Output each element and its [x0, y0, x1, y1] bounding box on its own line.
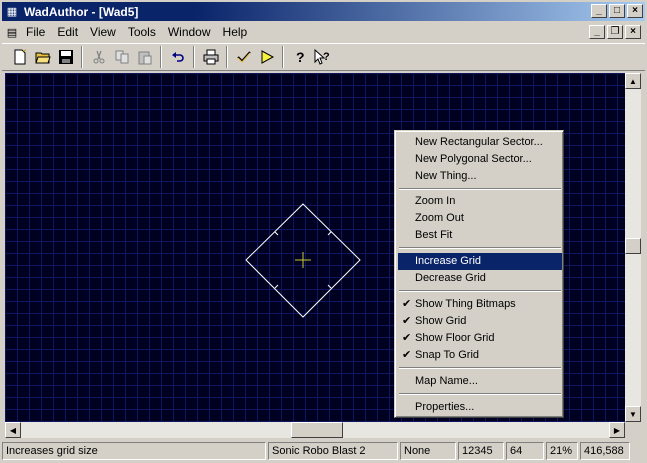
- ctx-snap-to-grid[interactable]: ✔ Snap To Grid: [398, 347, 562, 364]
- check-icon[interactable]: [232, 46, 255, 68]
- ctx-label: New Rectangular Sector...: [415, 136, 543, 148]
- menu-help[interactable]: Help: [217, 25, 254, 39]
- toolbar-separator: [226, 46, 228, 68]
- ctx-label: Map Name...: [415, 375, 478, 387]
- run-icon[interactable]: [255, 46, 278, 68]
- ctx-show-floor-grid[interactable]: ✔ Show Floor Grid: [398, 330, 562, 347]
- ctx-label: Show Thing Bitmaps: [415, 298, 516, 310]
- ctx-best-fit[interactable]: Best Fit: [398, 227, 562, 244]
- ctx-label: Zoom Out: [415, 212, 464, 224]
- print-icon[interactable]: [199, 46, 222, 68]
- scroll-down-button[interactable]: ▼: [625, 406, 641, 422]
- new-file-icon[interactable]: [8, 46, 31, 68]
- undo-icon[interactable]: [166, 46, 189, 68]
- copy-icon[interactable]: [110, 46, 133, 68]
- ctx-label: New Thing...: [415, 170, 477, 182]
- status-bar: Increases grid size Sonic Robo Blast 2 N…: [2, 441, 645, 461]
- scroll-up-button[interactable]: ▲: [625, 73, 641, 89]
- mdi-close-button[interactable]: ×: [625, 25, 641, 39]
- ctx-show-grid[interactable]: ✔ Show Grid: [398, 313, 562, 330]
- title-bar[interactable]: ▦ WadAuthor - [Wad5] _ □ ×: [2, 2, 645, 21]
- svg-text:?: ?: [296, 49, 305, 65]
- horizontal-scrollbar[interactable]: ◀ ▶: [5, 422, 625, 438]
- menu-tools[interactable]: Tools: [122, 25, 162, 39]
- ctx-label: Best Fit: [415, 229, 453, 241]
- scroll-right-button[interactable]: ▶: [609, 422, 625, 438]
- ctx-properties[interactable]: Properties...: [398, 399, 562, 416]
- ctx-separator: [399, 393, 561, 395]
- svg-text:?: ?: [323, 51, 330, 63]
- toolbar-separator: [160, 46, 162, 68]
- caption-buttons: _ □ ×: [591, 4, 643, 18]
- ctx-separator: [399, 188, 561, 190]
- context-menu: New Rectangular Sector... New Polygonal …: [394, 130, 564, 418]
- save-icon[interactable]: [54, 46, 77, 68]
- toolbar-separator: [81, 46, 83, 68]
- status-coords: 416,588: [580, 442, 630, 460]
- status-mode: None: [400, 442, 456, 460]
- context-help-icon[interactable]: ?: [311, 46, 334, 68]
- open-folder-icon[interactable]: [31, 46, 54, 68]
- cut-icon[interactable]: [87, 46, 110, 68]
- scrollbar-corner: [625, 422, 641, 438]
- mdi-restore-button[interactable]: ❐: [607, 25, 623, 39]
- toolbar: ? ?: [2, 43, 645, 71]
- ctx-separator: [399, 247, 561, 249]
- horizontal-scroll-thumb[interactable]: [291, 422, 343, 438]
- ctx-zoom-out[interactable]: Zoom Out: [398, 210, 562, 227]
- vertex-tick: [274, 284, 279, 289]
- maximize-button[interactable]: □: [609, 4, 625, 18]
- ctx-new-poly-sector[interactable]: New Polygonal Sector...: [398, 151, 562, 168]
- status-value2: 64: [506, 442, 544, 460]
- menu-bar: ▤ File Edit View Tools Window Help _ ❐ ×: [2, 22, 645, 42]
- menu-edit[interactable]: Edit: [51, 25, 84, 39]
- check-icon: ✔: [402, 315, 412, 327]
- status-zoom: 21%: [546, 442, 578, 460]
- paste-icon[interactable]: [133, 46, 156, 68]
- app-icon[interactable]: ▦: [4, 4, 20, 20]
- close-button[interactable]: ×: [627, 4, 643, 18]
- window-title: WadAuthor - [Wad5]: [24, 4, 139, 19]
- check-icon: ✔: [402, 298, 412, 310]
- vertical-scrollbar[interactable]: ▲ ▼: [625, 73, 641, 422]
- check-icon: ✔: [402, 332, 412, 344]
- mdi-minimize-button[interactable]: _: [589, 25, 605, 39]
- ctx-label: Increase Grid: [415, 255, 482, 267]
- ctx-label: Show Grid: [415, 315, 467, 327]
- vertex-tick: [327, 231, 332, 236]
- ctx-new-thing[interactable]: New Thing...: [398, 168, 562, 185]
- menu-view[interactable]: View: [84, 25, 122, 39]
- vertical-scroll-thumb[interactable]: [625, 238, 641, 254]
- menu-file[interactable]: File: [20, 25, 51, 39]
- ctx-show-thing-bitmaps[interactable]: ✔ Show Thing Bitmaps: [398, 296, 562, 313]
- toolbar-separator: [282, 46, 284, 68]
- scroll-left-button[interactable]: ◀: [5, 422, 21, 438]
- ctx-label: New Polygonal Sector...: [415, 153, 532, 165]
- ctx-label: Snap To Grid: [415, 349, 480, 361]
- vertex-tick: [327, 284, 332, 289]
- ctx-separator: [399, 367, 561, 369]
- ctx-label: Show Floor Grid: [415, 332, 495, 344]
- app-window: ▦ WadAuthor - [Wad5] _ □ × ▤ File Edit V…: [0, 0, 647, 463]
- ctx-label: Properties...: [415, 401, 475, 413]
- menu-window[interactable]: Window: [162, 25, 217, 39]
- status-game: Sonic Robo Blast 2: [268, 442, 398, 460]
- status-value1: 12345: [458, 442, 504, 460]
- ctx-zoom-in[interactable]: Zoom In: [398, 193, 562, 210]
- minimize-button[interactable]: _: [591, 4, 607, 18]
- ctx-label: Zoom In: [415, 195, 456, 207]
- document-icon[interactable]: ▤: [4, 24, 20, 40]
- status-message: Increases grid size: [2, 442, 266, 460]
- ctx-separator: [399, 290, 561, 292]
- ctx-label: Decrease Grid: [415, 272, 486, 284]
- toolbar-separator: [193, 46, 195, 68]
- ctx-map-name[interactable]: Map Name...: [398, 373, 562, 390]
- ctx-decrease-grid[interactable]: Decrease Grid: [398, 270, 562, 287]
- help-icon[interactable]: ?: [288, 46, 311, 68]
- vertex-tick: [274, 231, 279, 236]
- ctx-new-rect-sector[interactable]: New Rectangular Sector...: [398, 134, 562, 151]
- mdi-caption-buttons: _ ❐ ×: [589, 25, 641, 39]
- ctx-increase-grid[interactable]: Increase Grid: [398, 253, 562, 270]
- check-icon: ✔: [402, 349, 412, 361]
